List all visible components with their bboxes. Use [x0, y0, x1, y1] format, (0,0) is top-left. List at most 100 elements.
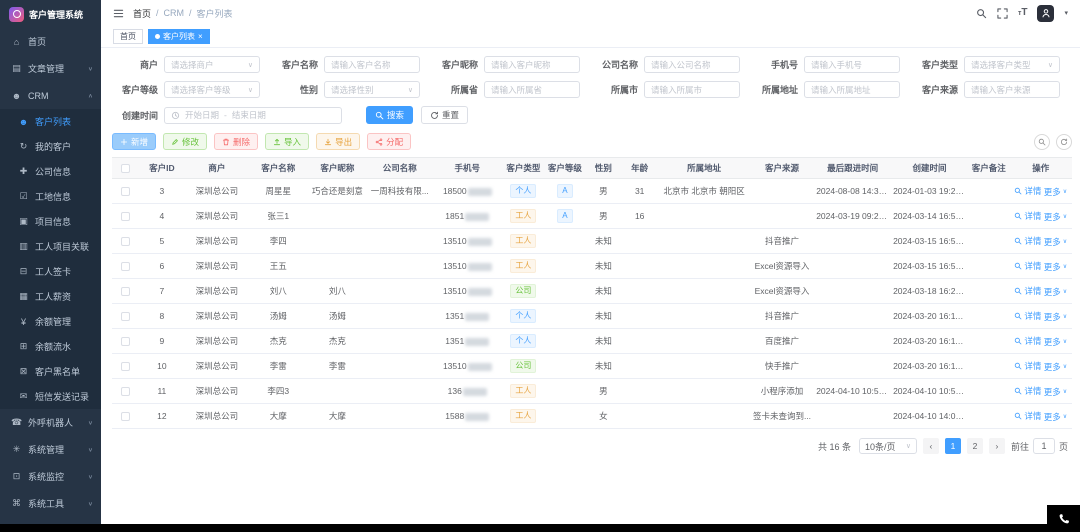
sidebar-item-worker-salary[interactable]: ▦ 工人薪资 — [0, 284, 101, 309]
page-button-2[interactable]: 2 — [967, 438, 983, 454]
province-input[interactable] — [484, 81, 580, 98]
sidebar-item-customer-list[interactable]: ☻ 客户列表 — [0, 109, 101, 134]
edit-button[interactable]: 修改 — [163, 133, 207, 150]
customer-name-input[interactable] — [324, 56, 420, 73]
sidebar-item-site-info[interactable]: ☑ 工地信息 — [0, 184, 101, 209]
detail-link[interactable]: 详情 — [1014, 310, 1041, 322]
sidebar-item-article-management[interactable]: ▤ 文章管理 ∨ — [0, 55, 101, 82]
table-row[interactable]: 12 深圳总公司 大摩 大摩 1588 工人 女 签卡未查询到... 2024-… — [112, 404, 1072, 429]
sidebar-item-project-info[interactable]: ▣ 项目信息 — [0, 209, 101, 234]
company-name-input[interactable] — [644, 56, 740, 73]
sidebar-item-balance-flow[interactable]: ⊞ 余额流水 — [0, 334, 101, 359]
detail-link[interactable]: 详情 — [1014, 185, 1041, 197]
table-row[interactable]: 8 深圳总公司 汤姆 汤姆 1351 个人 未知 抖音推广 2024-03-20… — [112, 304, 1072, 329]
address-input[interactable] — [804, 81, 900, 98]
row-checkbox[interactable] — [121, 362, 130, 371]
hamburger-icon[interactable] — [113, 8, 124, 19]
refresh-button[interactable] — [1056, 134, 1072, 150]
next-page-button[interactable]: › — [989, 438, 1005, 454]
row-checkbox[interactable] — [121, 212, 130, 221]
tab-home[interactable]: 首页 — [113, 29, 143, 44]
create-time-range-picker[interactable]: 开始日期 - 结束日期 — [164, 107, 342, 124]
more-link[interactable]: 更多∨ — [1044, 186, 1067, 198]
toggle-search-button[interactable] — [1034, 134, 1050, 150]
row-checkbox[interactable] — [121, 337, 130, 346]
search-icon[interactable] — [976, 8, 987, 19]
row-checkbox[interactable] — [121, 312, 130, 321]
more-link[interactable]: 更多∨ — [1044, 211, 1067, 223]
sidebar-item-home[interactable]: ⌂ 首页 — [0, 28, 101, 55]
tab-customer-list[interactable]: 客户列表 × — [148, 29, 210, 44]
more-link[interactable]: 更多∨ — [1044, 386, 1067, 398]
table-row[interactable]: 3 深圳总公司 周星星 巧合还是刻意 一周科技有限... 18500 个人 A … — [112, 179, 1072, 204]
sidebar-item-outbound-robot[interactable]: ☎ 外呼机器人 ∨ — [0, 409, 101, 436]
detail-link[interactable]: 详情 — [1014, 210, 1041, 222]
phone-widget-button[interactable] — [1047, 505, 1080, 532]
row-checkbox[interactable] — [121, 412, 130, 421]
detail-link[interactable]: 详情 — [1014, 235, 1041, 247]
delete-button[interactable]: 删除 — [214, 133, 258, 150]
assign-button[interactable]: 分配 — [367, 133, 411, 150]
close-icon[interactable]: × — [198, 33, 203, 41]
customer-type-select[interactable]: 请选择客户类型∨ — [964, 56, 1060, 73]
page-button-1[interactable]: 1 — [945, 438, 961, 454]
table-row[interactable]: 11 深圳总公司 李四3 136 工人 男 小程序添加 2024-04-10 1… — [112, 379, 1072, 404]
breadcrumb-crm[interactable]: CRM — [164, 8, 185, 18]
caret-down-icon[interactable]: ▾ — [1064, 9, 1068, 17]
user-avatar[interactable] — [1037, 5, 1054, 22]
detail-link[interactable]: 详情 — [1014, 410, 1041, 422]
gender-select[interactable]: 请选择性别∨ — [324, 81, 420, 98]
import-button[interactable]: 导入 — [265, 133, 309, 150]
row-checkbox[interactable] — [121, 287, 130, 296]
detail-link[interactable]: 详情 — [1014, 260, 1041, 272]
table-row[interactable]: 5 深圳总公司 李四 13510 工人 未知 抖音推广 2024-03-15 1… — [112, 229, 1072, 254]
more-link[interactable]: 更多∨ — [1044, 361, 1067, 373]
row-checkbox[interactable] — [121, 187, 130, 196]
row-checkbox[interactable] — [121, 262, 130, 271]
table-row[interactable]: 4 深圳总公司 张三1 1851 工人 A 男 16 2024-03-19 09… — [112, 204, 1072, 229]
detail-link[interactable]: 详情 — [1014, 335, 1041, 347]
font-size-icon[interactable]: тT — [1018, 8, 1028, 18]
more-link[interactable]: 更多∨ — [1044, 311, 1067, 323]
row-checkbox[interactable] — [121, 237, 130, 246]
table-row[interactable]: 6 深圳总公司 王五 13510 工人 未知 Excel资源导入 2024-03… — [112, 254, 1072, 279]
export-button[interactable]: 导出 — [316, 133, 360, 150]
breadcrumb-home[interactable]: 首页 — [133, 7, 151, 20]
table-row[interactable]: 10 深圳总公司 李雷 李雷 13510 公司 未知 快手推广 2024-03-… — [112, 354, 1072, 379]
more-link[interactable]: 更多∨ — [1044, 236, 1067, 248]
customer-level-select[interactable]: 请选择客户等级∨ — [164, 81, 260, 98]
detail-link[interactable]: 详情 — [1014, 360, 1041, 372]
more-link[interactable]: 更多∨ — [1044, 261, 1067, 273]
search-button[interactable]: 搜索 — [366, 106, 413, 124]
city-input[interactable] — [644, 81, 740, 98]
sidebar-item-my-customers[interactable]: ↻ 我的客户 — [0, 134, 101, 159]
add-button[interactable]: 新增 — [112, 133, 156, 150]
more-link[interactable]: 更多∨ — [1044, 336, 1067, 348]
customer-nickname-input[interactable] — [484, 56, 580, 73]
sidebar-item-crm[interactable]: ☻ CRM ∧ — [0, 82, 101, 109]
sidebar-item-system-tools[interactable]: ⌘ 系统工具 ∨ — [0, 490, 101, 517]
page-size-select[interactable]: 10条/页∨ — [859, 438, 917, 454]
table-row[interactable]: 7 深圳总公司 刘八 刘八 13510 公司 未知 Excel资源导入 2024… — [112, 279, 1072, 304]
detail-link[interactable]: 详情 — [1014, 285, 1041, 297]
row-checkbox[interactable] — [121, 387, 130, 396]
more-link[interactable]: 更多∨ — [1044, 286, 1067, 298]
sidebar-item-sms-send-records[interactable]: ✉ 短信发送记录 — [0, 384, 101, 409]
sidebar-item-system-management[interactable]: ✳ 系统管理 ∨ — [0, 436, 101, 463]
phone-input[interactable] — [804, 56, 900, 73]
sidebar-item-system-monitor[interactable]: ⊡ 系统监控 ∨ — [0, 463, 101, 490]
fullscreen-icon[interactable] — [997, 8, 1008, 19]
sidebar-item-balance-management[interactable]: ¥ 余额管理 — [0, 309, 101, 334]
sidebar-item-worker-sign-card[interactable]: ⊟ 工人签卡 — [0, 259, 101, 284]
more-link[interactable]: 更多∨ — [1044, 411, 1067, 423]
sidebar-item-customer-blacklist[interactable]: ⊠ 客户黑名单 — [0, 359, 101, 384]
sidebar-item-worker-project-link[interactable]: ▥ 工人项目关联 — [0, 234, 101, 259]
table-row[interactable]: 9 深圳总公司 杰克 杰克 1351 个人 未知 百度推广 2024-03-20… — [112, 329, 1072, 354]
sidebar-item-company-info[interactable]: ✚ 公司信息 — [0, 159, 101, 184]
detail-link[interactable]: 详情 — [1014, 385, 1041, 397]
customer-source-input[interactable] — [964, 81, 1060, 98]
reset-button[interactable]: 重置 — [421, 106, 468, 124]
page-jump-input[interactable]: 1 — [1033, 438, 1055, 454]
prev-page-button[interactable]: ‹ — [923, 438, 939, 454]
merchant-select[interactable]: 请选择商户∨ — [164, 56, 260, 73]
